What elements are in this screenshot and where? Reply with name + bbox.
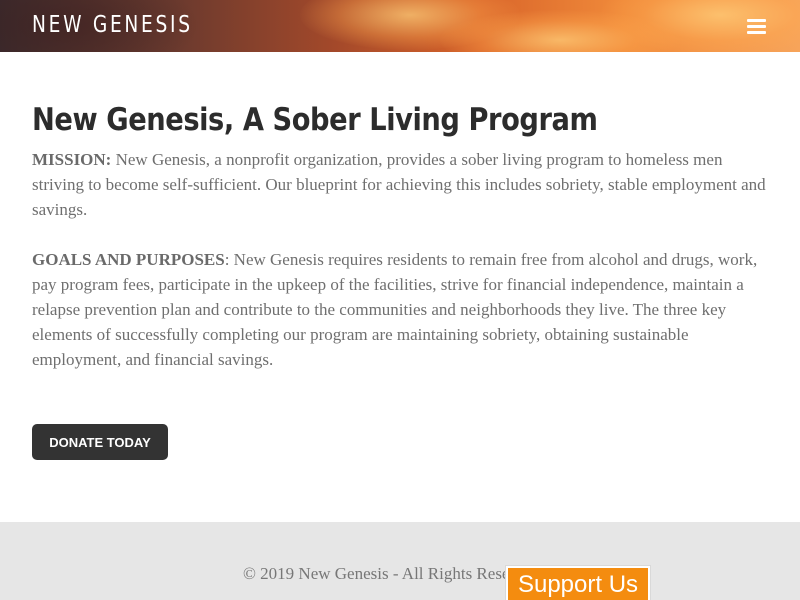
hamburger-menu-icon[interactable]: [746, 17, 768, 35]
page-title: New Genesis, A Sober Living Program: [32, 102, 598, 138]
site-brand[interactable]: NEW GENESIS: [32, 12, 193, 38]
donate-button[interactable]: DONATE TODAY: [32, 424, 168, 460]
mission-paragraph: MISSION: New Genesis, a nonprofit organi…: [32, 147, 768, 222]
goals-paragraph: GOALS AND PURPOSES: New Genesis requires…: [32, 247, 768, 372]
mission-label: MISSION:: [32, 150, 112, 169]
support-us-button[interactable]: Support Us: [505, 565, 651, 600]
site-header: NEW GENESIS: [0, 0, 800, 52]
mission-text: New Genesis, a nonprofit organization, p…: [32, 150, 766, 219]
copyright-text: © 2019 New Genesis - All Rights Reserved: [243, 564, 540, 583]
goals-label: GOALS AND PURPOSES: [32, 250, 225, 269]
main-content: New Genesis, A Sober Living Program MISS…: [32, 96, 768, 372]
site-footer: © 2019 New Genesis - All Rights Reserved: [0, 522, 800, 600]
